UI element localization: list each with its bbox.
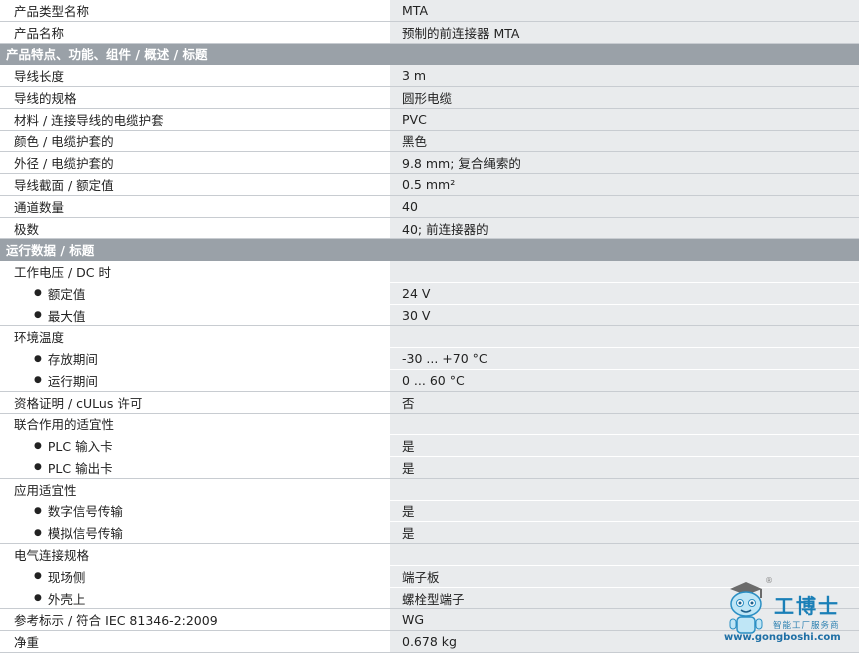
- spec-value: 40: [389, 195, 859, 217]
- spec-row: 导线截面 / 额定值 0.5 mm²: [0, 174, 859, 196]
- spec-subrow: 最大值30 V: [0, 304, 859, 327]
- spec-group-row: 工作电压 / DC 时: [0, 261, 859, 283]
- registered-mark: ®: [765, 576, 773, 585]
- spec-value: 9.8 mm; 复合绳索的: [389, 152, 859, 174]
- spec-subrow: PLC 输出卡是: [0, 457, 859, 479]
- spec-value: 是: [389, 522, 859, 544]
- section-header: 运行数据 / 标题: [0, 239, 859, 262]
- spec-value: 40; 前连接器的: [389, 217, 859, 239]
- spec-value: 是: [389, 435, 859, 457]
- spec-label: 外壳上: [0, 587, 389, 609]
- spec-label: 最大值: [0, 304, 389, 326]
- spec-value: 30 V: [389, 304, 859, 326]
- spec-subrow: 数字信号传输是: [0, 500, 859, 523]
- spec-label: 颜色 / 电缆护套的: [0, 130, 389, 152]
- spec-subrow: 模拟信号传输是: [0, 522, 859, 545]
- spec-label: 应用适宜性: [0, 478, 389, 500]
- spec-label: 通道数量: [0, 195, 389, 217]
- spec-label: 工作电压 / DC 时: [0, 261, 389, 282]
- spec-label: 导线的规格: [0, 87, 389, 108]
- spec-value: 否: [389, 391, 859, 413]
- spec-value: [389, 413, 859, 435]
- spec-label: 存放期间: [0, 348, 389, 370]
- spec-row: 产品类型名称 MTA: [0, 0, 859, 22]
- spec-label: 参考标示 / 符合 IEC 81346-2:2009: [0, 609, 389, 631]
- watermark-brand: 工博士: [774, 594, 840, 618]
- spec-value: [389, 478, 859, 500]
- spec-label: 导线长度: [0, 65, 389, 87]
- spec-label: 联合作用的适宜性: [0, 413, 389, 435]
- spec-label: 资格证明 / cULus 许可: [0, 391, 389, 413]
- spec-value: 预制的前连接器 MTA: [389, 21, 859, 43]
- spec-value: 24 V: [389, 282, 859, 304]
- spec-value: [389, 261, 859, 282]
- spec-group-row: 应用适宜性: [0, 478, 859, 501]
- spec-row: 颜色 / 电缆护套的 黑色: [0, 130, 859, 153]
- spec-value: 是: [389, 500, 859, 522]
- spec-group-row: 联合作用的适宜性: [0, 413, 859, 436]
- spec-label: 环境温度: [0, 326, 389, 348]
- spec-label: 数字信号传输: [0, 500, 389, 522]
- spec-row: 导线长度 3 m: [0, 65, 859, 88]
- section-title: 运行数据 / 标题: [6, 243, 95, 259]
- spec-table: 产品类型名称 MTA 产品名称 预制的前连接器 MTA 产品特点、功能、组件 / 概述 …: [0, 0, 859, 653]
- spec-label: 材料 / 连接导线的电缆护套: [0, 108, 389, 130]
- spec-value: 圆形电缆: [389, 87, 859, 108]
- spec-row: 极数 40; 前连接器的: [0, 217, 859, 240]
- spec-label: 现场侧: [0, 565, 389, 587]
- spec-label: PLC 输入卡: [0, 435, 389, 457]
- spec-subrow: 存放期间-30 ... +70 °C: [0, 348, 859, 370]
- spec-label: 净重: [0, 631, 389, 652]
- spec-row: 导线的规格 圆形电缆: [0, 87, 859, 109]
- spec-value: 0.5 mm²: [389, 174, 859, 195]
- spec-group-row: 电气连接规格: [0, 544, 859, 566]
- watermark-tagline: 智能工厂服务商: [773, 621, 840, 631]
- gongboshi-watermark: ® 工博士 智能工厂服务商 www.gongboshi.com: [718, 574, 853, 650]
- spec-value: PVC: [389, 108, 859, 130]
- spec-label: 产品类型名称: [0, 0, 389, 21]
- spec-label: 电气连接规格: [0, 544, 389, 565]
- spec-row: 产品名称 预制的前连接器 MTA: [0, 21, 859, 44]
- spec-value: 3 m: [389, 65, 859, 87]
- spec-value: MTA: [389, 0, 859, 21]
- spec-value: 黑色: [389, 130, 859, 152]
- spec-row: 外径 / 电缆护套的 9.8 mm; 复合绳索的: [0, 152, 859, 175]
- spec-label: 外径 / 电缆护套的: [0, 152, 389, 174]
- watermark-site: www.gongboshi.com: [724, 632, 841, 643]
- spec-label: 产品名称: [0, 21, 389, 43]
- section-title: 产品特点、功能、组件 / 概述 / 标题: [6, 47, 208, 63]
- spec-label: 导线截面 / 额定值: [0, 174, 389, 195]
- spec-row: 材料 / 连接导线的电缆护套 PVC: [0, 108, 859, 131]
- spec-row: 资格证明 / cULus 许可否: [0, 391, 859, 414]
- spec-value: -30 ... +70 °C: [389, 348, 859, 370]
- spec-subrow: 运行期间0 ... 60 °C: [0, 370, 859, 392]
- spec-value: [389, 544, 859, 565]
- spec-value: 是: [389, 457, 859, 478]
- spec-subrow: PLC 输入卡是: [0, 435, 859, 457]
- spec-subrow: 额定值24 V: [0, 282, 859, 305]
- spec-group-row: 环境温度: [0, 326, 859, 348]
- spec-row: 通道数量 40: [0, 195, 859, 218]
- spec-value: 0 ... 60 °C: [389, 370, 859, 391]
- spec-label: 模拟信号传输: [0, 522, 389, 544]
- spec-label: 极数: [0, 217, 389, 239]
- spec-value: [389, 326, 859, 348]
- spec-label: PLC 输出卡: [0, 457, 389, 478]
- section-header: 产品特点、功能、组件 / 概述 / 标题: [0, 43, 859, 66]
- spec-label: 运行期间: [0, 370, 389, 391]
- spec-label: 额定值: [0, 282, 389, 304]
